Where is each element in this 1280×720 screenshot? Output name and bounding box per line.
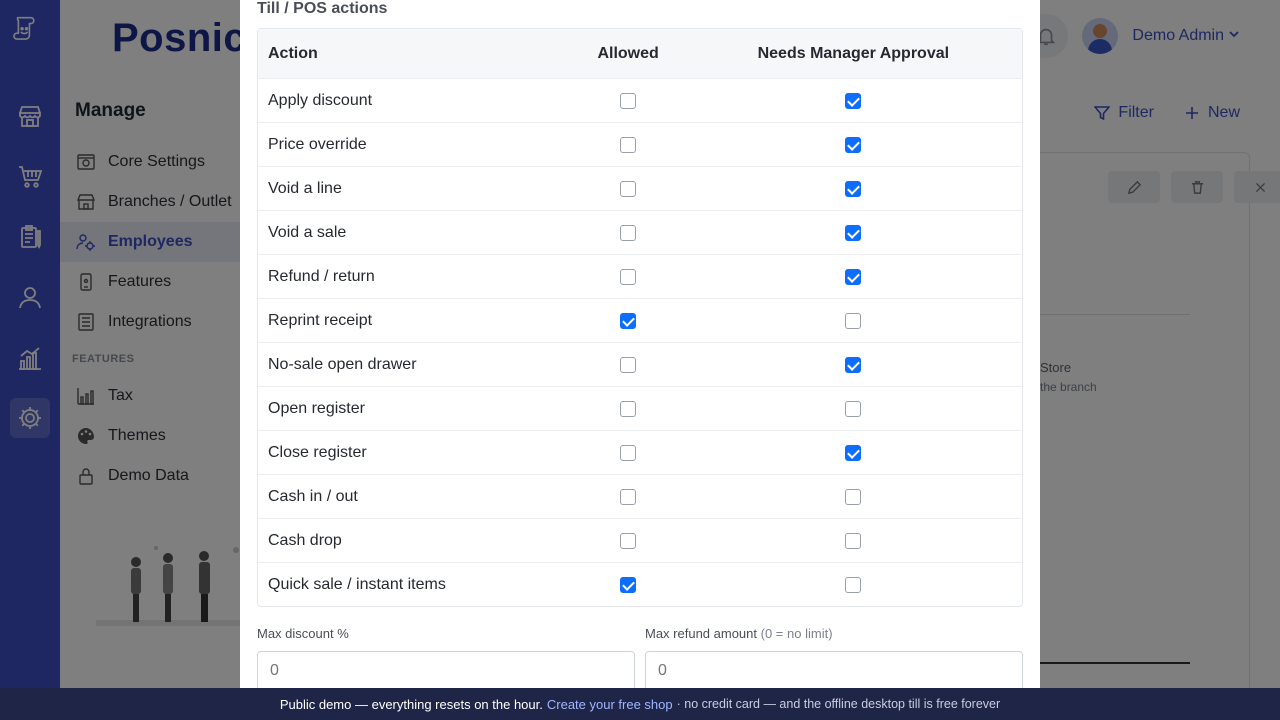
action-label: No-sale open drawer xyxy=(268,355,417,373)
allowed-checkbox[interactable] xyxy=(620,356,637,373)
max-discount-label: Max discount % xyxy=(257,626,349,641)
action-label: Cash drop xyxy=(268,531,342,549)
max-refund-hint: (0 = no limit) xyxy=(760,626,833,641)
max-discount-label-text: Max discount % xyxy=(257,626,349,641)
action-label: Price override xyxy=(268,135,367,153)
action-label: Open register xyxy=(268,399,365,417)
allowed-cell xyxy=(572,532,685,549)
manager-approval-checkbox[interactable] xyxy=(845,444,862,461)
allowed-checkbox[interactable] xyxy=(620,312,637,329)
table-row: Close register xyxy=(258,430,1022,474)
manager-approval-checkbox[interactable] xyxy=(845,400,862,417)
max-refund-label-text: Max refund amount xyxy=(645,626,758,641)
allowed-cell xyxy=(572,136,685,153)
action-label: Refund / return xyxy=(268,267,375,285)
action-label: Reprint receipt xyxy=(268,311,373,329)
allowed-cell xyxy=(572,444,685,461)
table-row: Reprint receipt xyxy=(258,298,1022,342)
column-header-manager-approval: Needs Manager Approval xyxy=(757,44,950,62)
allowed-checkbox[interactable] xyxy=(620,136,637,153)
action-label: Void a sale xyxy=(268,223,347,241)
allowed-checkbox[interactable] xyxy=(620,444,637,461)
manager-approval-cell xyxy=(685,224,1022,241)
allowed-checkbox[interactable] xyxy=(620,488,637,505)
create-shop-link[interactable]: Create your free shop xyxy=(547,697,673,712)
action-label: Close register xyxy=(268,443,367,461)
allowed-checkbox[interactable] xyxy=(620,180,637,197)
table-row: Refund / return xyxy=(258,254,1022,298)
banner-text: Public demo — everything resets on the h… xyxy=(279,696,543,712)
manager-approval-checkbox[interactable] xyxy=(845,488,862,505)
allowed-checkbox[interactable] xyxy=(620,576,637,593)
manager-approval-cell xyxy=(685,532,1022,549)
allowed-cell xyxy=(572,92,685,109)
action-label: Apply discount xyxy=(268,91,373,109)
manager-approval-cell xyxy=(685,312,1022,329)
allowed-checkbox[interactable] xyxy=(620,400,637,417)
manager-approval-checkbox[interactable] xyxy=(845,180,862,197)
manager-approval-cell xyxy=(685,356,1022,373)
action-label: Cash in / out xyxy=(268,487,358,505)
max-refund-input[interactable] xyxy=(645,651,1023,688)
manager-approval-cell xyxy=(685,488,1022,505)
allowed-cell xyxy=(572,488,685,505)
manager-approval-checkbox[interactable] xyxy=(845,576,862,593)
table-row: Price override xyxy=(258,122,1022,166)
manager-approval-checkbox[interactable] xyxy=(845,92,862,109)
manager-approval-checkbox[interactable] xyxy=(845,224,862,241)
allowed-checkbox[interactable] xyxy=(620,532,637,549)
table-row: Apply discount xyxy=(258,78,1022,122)
manager-approval-cell xyxy=(685,400,1022,417)
table-row: Open register xyxy=(258,386,1022,430)
manager-approval-checkbox[interactable] xyxy=(845,532,862,549)
action-label: Quick sale / instant items xyxy=(268,575,446,593)
demo-banner: Public demo — everything resets on the h… xyxy=(0,688,1280,720)
manager-approval-cell xyxy=(685,576,1022,593)
permissions-modal: Till / POS actions Action Allowed Needs … xyxy=(240,0,1040,688)
table-row: Cash drop xyxy=(258,518,1022,562)
manager-approval-cell xyxy=(685,180,1022,197)
section-title: Till / POS actions xyxy=(257,0,388,17)
allowed-cell xyxy=(572,312,685,329)
manager-approval-checkbox[interactable] xyxy=(845,136,862,153)
allowed-cell xyxy=(572,400,685,417)
manager-approval-cell xyxy=(685,444,1022,461)
table-row: Void a line xyxy=(258,166,1022,210)
manager-approval-cell xyxy=(685,136,1022,153)
manager-approval-checkbox[interactable] xyxy=(845,356,862,373)
allowed-checkbox[interactable] xyxy=(620,92,637,109)
max-refund-label: Max refund amount (0 = no limit) xyxy=(645,626,833,641)
allowed-cell xyxy=(572,356,685,373)
column-header-allowed: Allowed xyxy=(597,44,659,62)
manager-approval-cell xyxy=(685,92,1022,109)
table-row: Quick sale / instant items xyxy=(258,562,1022,606)
column-header-action: Action xyxy=(268,44,318,62)
allowed-cell xyxy=(572,268,685,285)
manager-approval-checkbox[interactable] xyxy=(845,312,862,329)
allowed-cell xyxy=(572,224,685,241)
manager-approval-checkbox[interactable] xyxy=(845,268,862,285)
table-row: Void a sale xyxy=(258,210,1022,254)
table-row: No-sale open drawer xyxy=(258,342,1022,386)
allowed-checkbox[interactable] xyxy=(620,224,637,241)
max-discount-input[interactable] xyxy=(257,651,635,688)
action-label: Void a line xyxy=(268,179,342,197)
manager-approval-cell xyxy=(685,268,1022,285)
pos-actions-table: Action Allowed Needs Manager Approval Ap… xyxy=(257,28,1023,607)
table-row: Cash in / out xyxy=(258,474,1022,518)
allowed-cell xyxy=(572,180,685,197)
allowed-checkbox[interactable] xyxy=(620,268,637,285)
banner-rest-text: · no credit card — and the offline deskt… xyxy=(676,697,1001,711)
allowed-cell xyxy=(572,576,685,593)
table-header-row: Action Allowed Needs Manager Approval xyxy=(258,29,1022,78)
